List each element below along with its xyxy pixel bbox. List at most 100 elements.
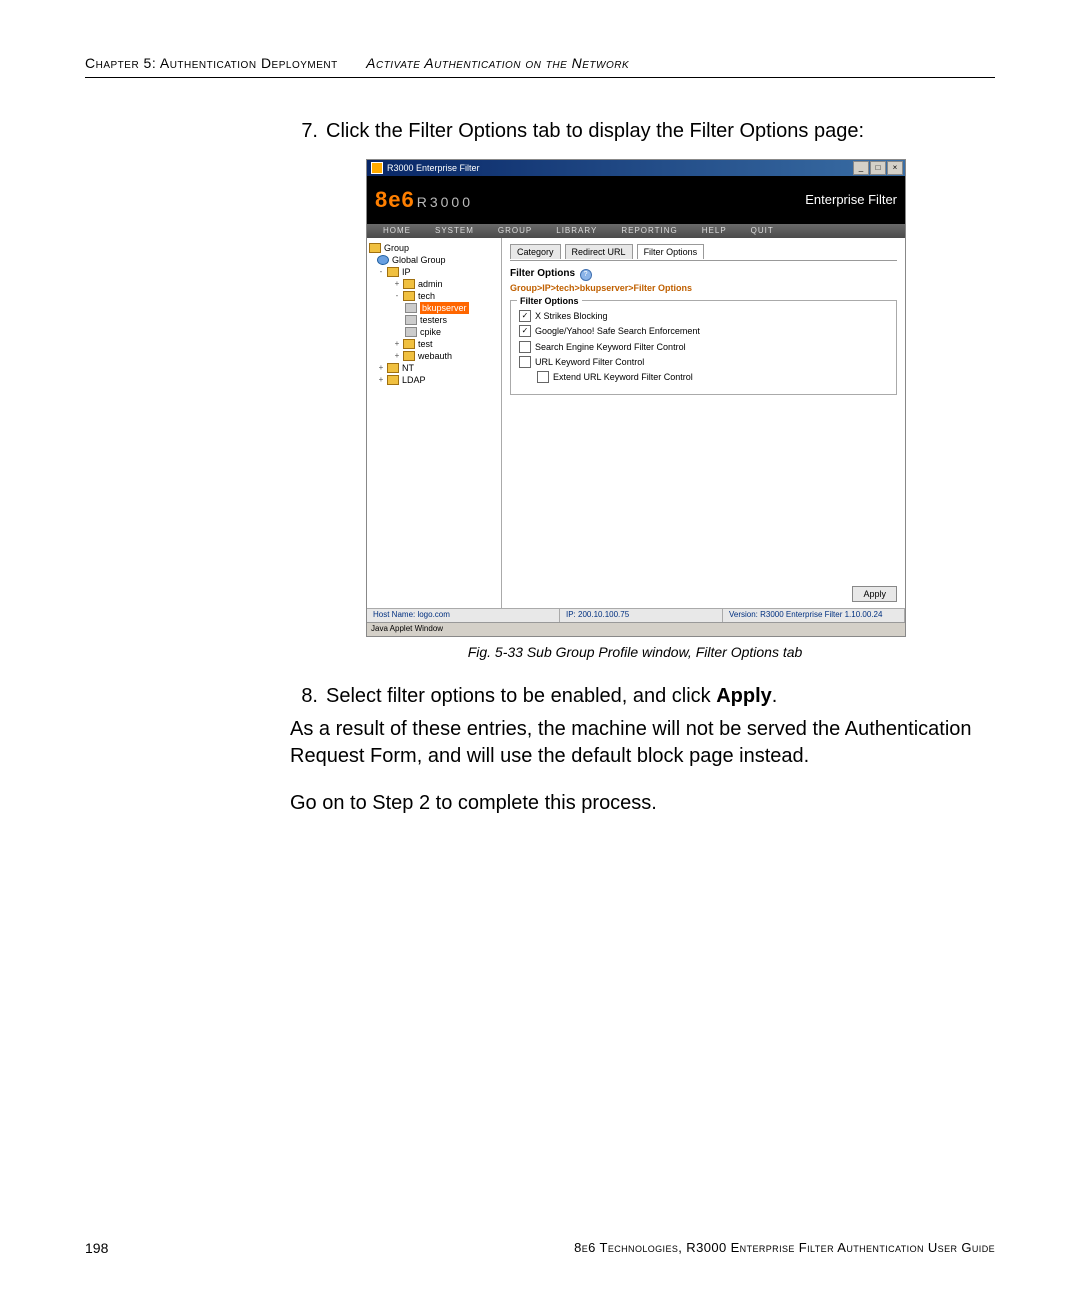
help-icon[interactable]: ? [580,269,592,281]
checkbox-label: Google/Yahoo! Safe Search Enforcement [535,325,700,337]
tab-filter-options[interactable]: Filter Options [637,244,705,259]
checkbox-label: URL Keyword Filter Control [535,356,644,368]
filter-options-fieldset: Filter Options ✓X Strikes Blocking✓Googl… [510,300,897,395]
checkbox-row: URL Keyword Filter Control [519,356,888,368]
brand-logo-r3000: R3000 [417,193,473,212]
footer-guide: 8e6 Technologies, R3000 Enterprise Filte… [574,1240,995,1256]
folder-icon [403,339,415,349]
checkbox[interactable]: ✓ [519,325,531,337]
checkbox[interactable] [537,371,549,383]
tree-item-testers[interactable]: testers [369,314,499,326]
app-icon [371,162,383,174]
menu-item-home[interactable]: HOME [371,226,423,237]
checkbox[interactable] [519,356,531,368]
paragraph-next: Go on to Step 2 to complete this process… [290,790,980,817]
brand-product: Enterprise Filter [805,191,897,209]
minimize-button[interactable]: _ [853,161,869,175]
folder-icon [403,291,415,301]
status-ip: IP: 200.10.100.75 [560,609,723,622]
brand-logo-8e6: 8e6 [375,185,415,215]
folder-icon [387,267,399,277]
menu-item-reporting[interactable]: REPORTING [609,226,689,237]
tab-category[interactable]: Category [510,244,561,259]
app-window: R3000 Enterprise Filter _ □ × 8e6 R3000 … [366,159,906,637]
tree-item-ldap[interactable]: + LDAP [369,374,499,386]
tree-panel: Group Global Group-IP+admin- techbkupserv… [367,238,502,608]
tree-item-cpike[interactable]: cpike [369,326,499,338]
checkbox[interactable] [519,341,531,353]
menu-item-library[interactable]: LIBRARY [544,226,609,237]
tree-item-ip[interactable]: -IP [369,266,499,278]
step-7-text: Click the Filter Options tab to display … [326,118,980,145]
tree-item-label: webauth [418,350,452,362]
tree-toggle-icon[interactable]: + [393,351,401,362]
tree-item-label: cpike [420,326,441,338]
tree-item-label: testers [420,314,447,326]
tree-item-label: bkupserver [420,302,469,314]
tree-item-label: NT [402,362,414,374]
step-8-bold: Apply [716,685,772,707]
fieldset-legend: Filter Options [517,295,582,307]
folder-icon [387,375,399,385]
checkbox[interactable]: ✓ [519,310,531,322]
tree-item-test[interactable]: + test [369,338,499,350]
tabs: Category Redirect URL Filter Options [510,244,897,259]
group-icon [369,243,381,253]
page-header: Chapter 5: Authentication Deployment Act… [85,55,995,78]
tree-item-label: test [418,338,433,350]
figure-caption: Fig. 5-33 Sub Group Profile window, Filt… [366,643,904,662]
brand-bar: 8e6 R3000 Enterprise Filter [367,176,905,224]
menu-bar: HOMESYSTEMGROUPLIBRARYREPORTINGHELPQUIT [367,224,905,238]
step-8: 8. Select filter options to be enabled, … [290,683,980,710]
tree-toggle-icon[interactable]: - [393,291,401,302]
step-8-suffix: . [772,685,778,707]
tree-item-label: LDAP [402,374,426,386]
tree-toggle-icon[interactable]: - [377,267,385,278]
paragraph-result: As a result of these entries, the machin… [290,716,980,770]
pc-icon [405,303,417,313]
checkbox-label: X Strikes Blocking [535,310,608,322]
tree-toggle-icon[interactable]: + [393,279,401,290]
tree-item-bkupserver[interactable]: bkupserver [369,302,499,314]
maximize-button[interactable]: □ [870,161,886,175]
main-panel: Category Redirect URL Filter Options Filte… [502,238,905,608]
figure-5-33: R3000 Enterprise Filter _ □ × 8e6 R3000 … [366,159,904,661]
tree-item-global-group[interactable]: Global Group [369,254,499,266]
tree-root[interactable]: Group [369,242,499,254]
window-title: R3000 Enterprise Filter [387,162,480,174]
tree-item-webauth[interactable]: + webauth [369,350,499,362]
applet-line: Java Applet Window [367,622,905,636]
step-7: 7. Click the Filter Options tab to displ… [290,118,980,145]
header-chapter: Chapter 5: Authentication Deployment [85,55,338,71]
close-button[interactable]: × [887,161,903,175]
page-number: 198 [85,1240,108,1256]
globe-icon [377,255,389,265]
checkbox-row: Extend URL Keyword Filter Control [537,371,888,383]
pc-icon [405,315,417,325]
step-8-number: 8. [290,683,326,710]
tree-toggle-icon[interactable]: + [377,363,385,374]
menu-item-system[interactable]: SYSTEM [423,226,486,237]
tree-item-admin[interactable]: +admin [369,278,499,290]
apply-button[interactable]: Apply [852,586,897,602]
step-8-text: Select filter options to be enabled, and… [326,683,980,710]
tree-item-label: tech [418,290,435,302]
tree-toggle-icon[interactable]: + [377,375,385,386]
status-bar: Host Name: logo.com IP: 200.10.100.75 Ve… [367,608,905,622]
checkbox-row: Search Engine Keyword Filter Control [519,341,888,353]
panel-heading: Filter Options [510,268,575,279]
folder-icon [387,363,399,373]
tree-item-tech[interactable]: - tech [369,290,499,302]
tab-redirect-url[interactable]: Redirect URL [565,244,633,259]
menu-item-group[interactable]: GROUP [486,226,544,237]
checkbox-row: ✓ X Strikes Blocking [519,310,888,322]
tree-item-nt[interactable]: + NT [369,362,499,374]
menu-item-quit[interactable]: QUIT [739,226,786,237]
folder-icon [403,351,415,361]
checkbox-label: Search Engine Keyword Filter Control [535,341,686,353]
tree-root-label: Group [384,242,409,254]
tree-toggle-icon[interactable]: + [393,339,401,350]
breadcrumb: Group>IP>tech>bkupserver>Filter Options [510,282,897,294]
page-footer: 198 8e6 Technologies, R3000 Enterprise F… [85,1240,995,1256]
menu-item-help[interactable]: HELP [690,226,739,237]
